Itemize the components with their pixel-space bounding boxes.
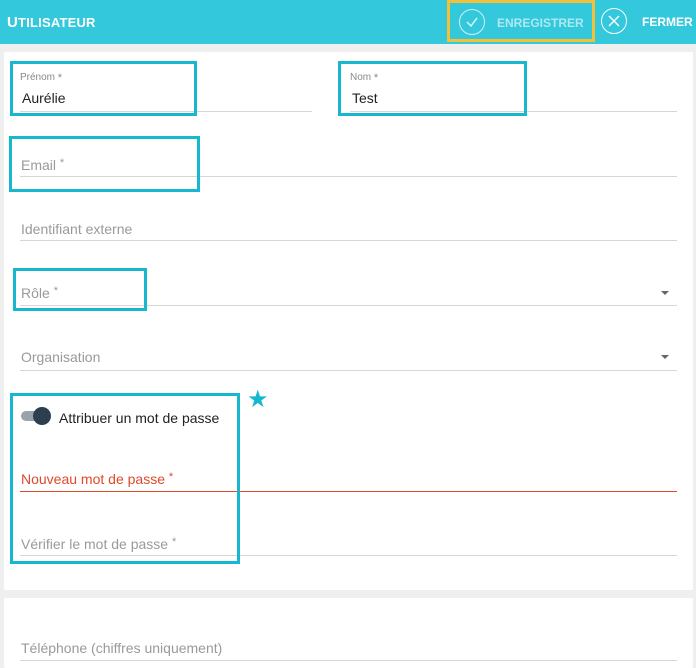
- external-id-label: Identifiant externe: [21, 221, 133, 237]
- page-title-rest: TILISATEUR: [18, 15, 96, 30]
- save-label: ENREGISTRER: [497, 16, 584, 30]
- caret-down-icon: [661, 355, 669, 359]
- phone-label: Téléphone (chiffres uniquement): [21, 640, 223, 656]
- email-highlight: [9, 136, 200, 192]
- save-button[interactable]: ENREGISTRER: [447, 0, 595, 42]
- organisation-label: Organisation: [21, 349, 101, 365]
- last-name-highlight: [338, 61, 527, 116]
- top-bar: UTILISATEUR ENREGISTRER FERMER: [0, 0, 696, 44]
- first-name-highlight: [10, 61, 197, 116]
- phone-input[interactable]: Téléphone (chiffres uniquement): [20, 618, 677, 661]
- external-id-field[interactable]: Identifiant externe: [20, 200, 677, 241]
- role-highlight: [13, 268, 147, 311]
- close-circle-icon[interactable]: [601, 8, 627, 34]
- caret-down-icon: [661, 291, 669, 295]
- page-title-cap: U: [7, 14, 19, 31]
- organisation-select[interactable]: Organisation: [20, 330, 677, 371]
- page-title: UTILISATEUR: [7, 14, 96, 31]
- star-icon: ★: [247, 386, 269, 413]
- close-button[interactable]: FERMER: [642, 15, 693, 29]
- check-circle-icon: [459, 9, 485, 35]
- password-section-highlight: [10, 393, 240, 564]
